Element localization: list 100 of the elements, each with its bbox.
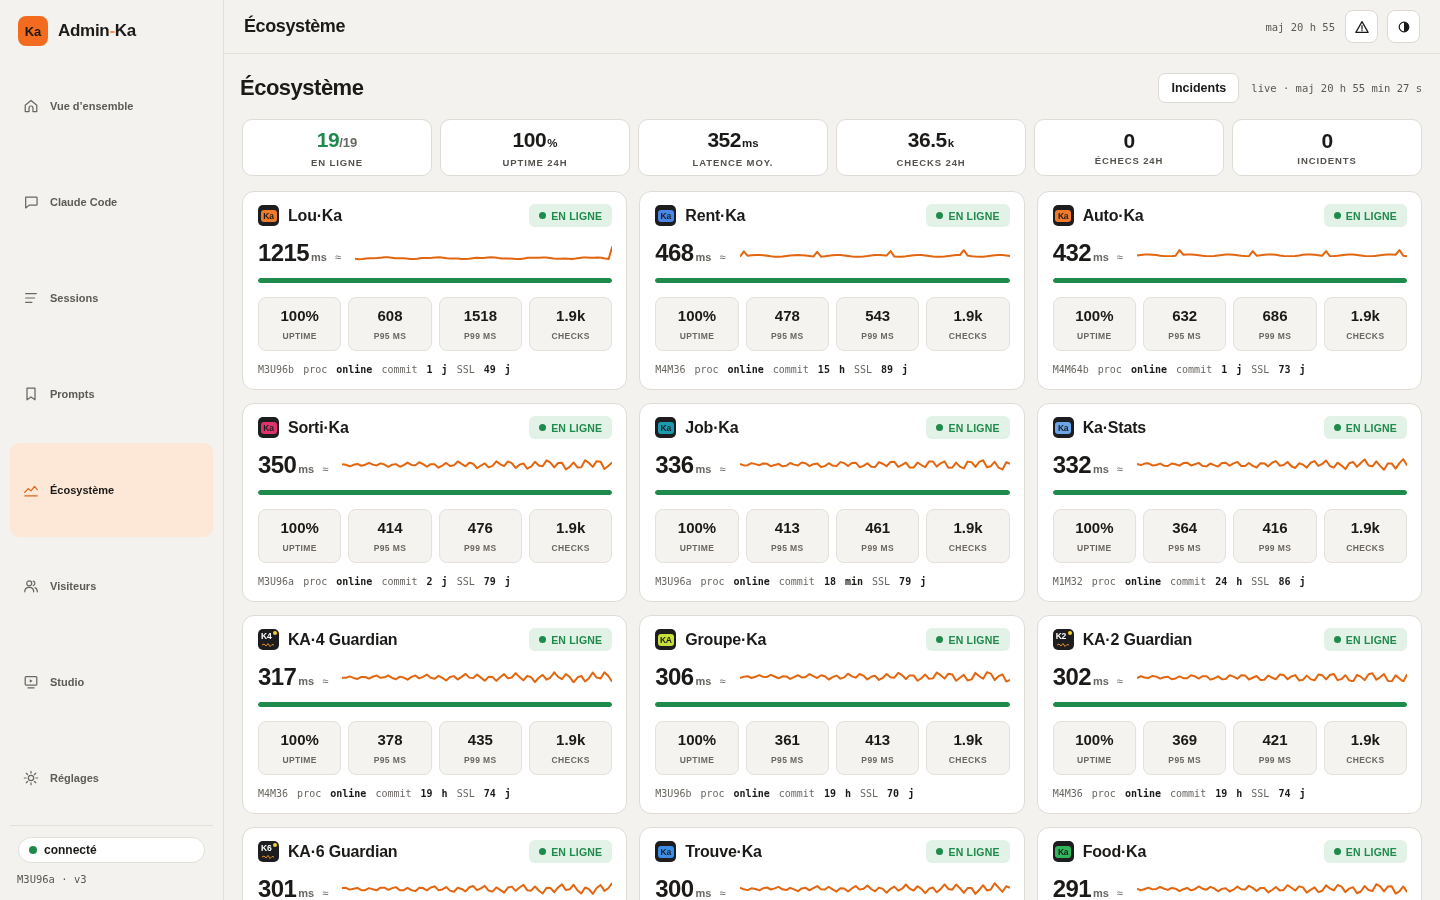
metric-value: 100% [1075,730,1114,749]
metric-value: 478 [774,306,800,325]
nav-item[interactable]: Visiteurs [10,539,213,633]
metric-label: P99 MS [861,330,894,342]
service-logo: Ka [258,205,279,226]
latency-value: 1215ms [258,239,327,267]
service-name: Auto·Ka [1082,206,1145,225]
service-meta: M4M64b proc online commit 1 j SSL 73 j [1052,363,1307,377]
metric-value: 1.9k [953,306,983,325]
service-logo: Ka [655,205,677,226]
metric-label: P99 MS [861,754,894,766]
incidents-button[interactable]: Incidents [1158,73,1240,103]
metric-label: UPTIME [1077,330,1112,342]
stat-label: INCIDENTS [1297,155,1357,166]
status-label: EN LIGNE [1345,845,1397,858]
service-logo: KA [655,629,677,650]
service-meta: M4M36 proc online commit 15 h SSL 89 j [655,363,910,377]
metric-label: P95 MS [1168,754,1201,766]
alerts-button[interactable] [1345,10,1378,43]
status-label: EN LIGNE [948,421,1000,434]
status-dot-icon [936,848,944,855]
metric-label: UPTIME [1077,754,1112,766]
status-label: EN LIGNE [948,209,1000,222]
metric-value: 476 [467,518,493,537]
metric-label: UPTIME [282,330,317,342]
metric-value: 543 [865,306,891,325]
latency-value: 350 ms [258,451,315,479]
status-dot-icon [1333,848,1341,855]
service-name: Ka·Stats [1082,418,1147,437]
metric-value: 378 [377,730,403,749]
approx-symbol: ≈ [322,675,329,687]
metric-value: 1518 [463,306,497,325]
stat-value: 0 [1123,129,1135,153]
metric-value: 421 [1262,730,1288,749]
status-label: EN LIGNE [1345,633,1397,646]
service-logo: Ka [1052,417,1074,438]
nav-item[interactable]: Vue d’ensemble [10,59,213,153]
status-dot-icon [539,424,547,431]
status-dot-icon [936,212,944,219]
metric-value: 1.9k [1350,306,1380,325]
live-status-label: live · maj 20 h 55 min 27 s [1251,82,1422,94]
service-logo: Ka [258,417,279,438]
metric-value: 1.9k [953,730,983,749]
chat-icon [23,194,39,210]
metric-label: P99 MS [464,330,497,342]
theme-toggle-button[interactable] [1387,10,1420,43]
approx-symbol: ≈ [1116,463,1123,475]
metric-value: 413 [774,518,800,537]
bookmark-icon [23,386,39,402]
metric-value: 1.9k [1350,730,1380,749]
nav-item[interactable]: Réglages [10,731,213,825]
metric-value: 364 [1172,518,1198,537]
status-label: EN LIGNE [948,633,1000,646]
latency-value: 432ms [1052,239,1109,267]
nav-item[interactable]: Studio [10,635,213,729]
metric-value: 100% [677,518,717,537]
metric-value: 1.9k [953,518,983,537]
metric-label: UPTIME [679,754,715,766]
metric-label: UPTIME [679,330,715,342]
stat-label: CHECKS 24H [896,156,966,168]
metric-label: P95 MS [1168,542,1201,554]
metric-value: 414 [377,518,403,537]
metric-label: CHECKS [948,754,988,766]
service-logo: Ka [655,841,677,862]
nav-item[interactable]: Sessions [10,251,213,345]
approx-symbol: ≈ [334,251,341,263]
nav-item[interactable]: Claude Code [10,155,213,249]
connection-label: connecté [44,843,97,857]
home-icon [23,98,39,114]
nav-item[interactable]: Prompts [10,347,213,441]
status-dot-icon [539,848,547,855]
metric-value: 100% [280,730,319,749]
latency-value: 332ms [1052,451,1109,479]
monitor-play-icon [23,674,39,690]
page-title: Écosystème [240,75,365,101]
latency-value: 317 ms [258,663,315,691]
metric-label: P95 MS [771,542,804,554]
latency-value: 301ms [258,875,315,900]
nav-item[interactable]: Écosystème [10,443,213,537]
metric-label: P99 MS [861,542,894,554]
last-update-label: maj 20 h 55 [1265,20,1335,33]
service-logo: K2 [1052,629,1074,650]
status-dot-icon [539,212,547,219]
service-meta: M3U96a proc online commit 18 min SSL 79 j [655,575,928,589]
metric-value: 100% [677,730,717,749]
service-meta: M3U96b proc online commit 1 j SSL 49 j [258,363,512,377]
latency-value: 336ms [655,451,712,479]
latency-value: 306ms [655,663,712,691]
metric-label: UPTIME [282,542,317,554]
metric-label: P95 MS [373,754,407,766]
status-dot-icon [1333,212,1341,219]
service-logo: Ka [655,417,677,438]
metric-label: P99 MS [1258,330,1292,342]
service-meta: M4M36 proc online commit 19 h SSL 74 j [258,787,512,801]
status-label: EN LIGNE [551,421,603,434]
stat-value: 36.5k [907,127,955,153]
metric-label: CHECKS [551,542,590,554]
metric-value: 1.9k [556,730,586,749]
metric-label: UPTIME [679,542,715,554]
service-name: Job·Ka [685,418,740,437]
